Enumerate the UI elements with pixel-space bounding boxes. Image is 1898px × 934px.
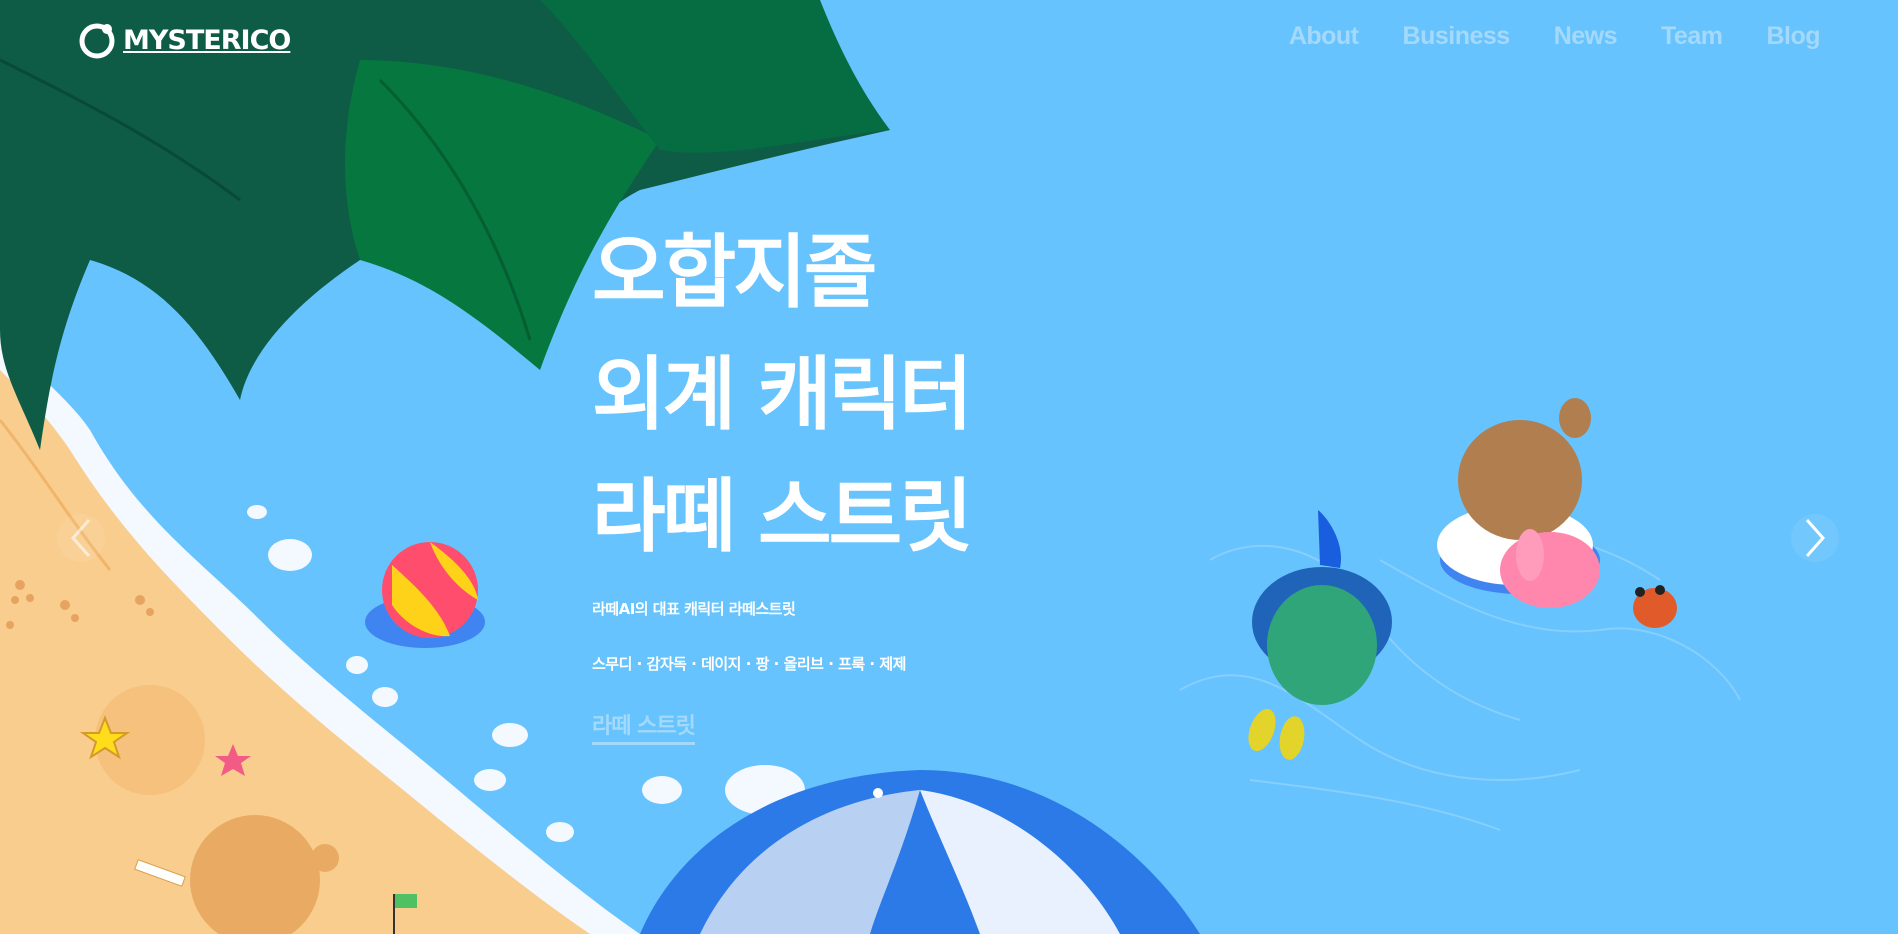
hero-title-line-3: 라떼 스트릿 xyxy=(592,470,973,563)
hero-title-line-2: 외계 캐릭터 xyxy=(592,348,973,441)
nav-business[interactable]: Business xyxy=(1403,22,1511,51)
main-nav: About Business News Team Blog xyxy=(1289,22,1821,51)
character-list: 스무디 · 감자독 · 데이지 · 팡 · 올리브 · 프룩 · 제제 xyxy=(592,655,906,673)
hero-copy: 오합지졸 외계 캐릭터 라떼 스트릿 라떼AI의 대표 캐릭터 라떼스트릿 스무… xyxy=(592,212,973,745)
latte-street-link[interactable]: 라떼 스트릿 xyxy=(592,708,696,745)
slider-next-button[interactable] xyxy=(1791,514,1839,562)
hero-title-line-1: 오합지졸 xyxy=(592,226,877,319)
hero-title: 오합지졸 외계 캐릭터 라떼 스트릿 xyxy=(592,212,973,578)
hero-section: MYSTERICO About Business News Team Blog … xyxy=(0,0,1898,934)
nav-about[interactable]: About xyxy=(1289,22,1359,51)
flag-icon xyxy=(393,894,417,908)
nav-news[interactable]: News xyxy=(1554,22,1618,51)
nav-team[interactable]: Team xyxy=(1661,22,1723,51)
brand-name: MYSTERICO xyxy=(123,24,291,56)
chevron-right-icon xyxy=(1805,519,1826,557)
top-navigation-bar: MYSTERICO About Business News Team Blog xyxy=(0,0,1898,80)
mysterico-logo-icon xyxy=(79,23,115,59)
hero-subtitle: 라떼AI의 대표 캐릭터 라떼스트릿 xyxy=(592,600,796,618)
mysterico-logo[interactable]: MYSTERICO xyxy=(77,20,291,60)
nav-blog[interactable]: Blog xyxy=(1766,22,1820,51)
slider-prev-button[interactable] xyxy=(57,514,105,562)
chevron-left-icon xyxy=(70,519,91,557)
